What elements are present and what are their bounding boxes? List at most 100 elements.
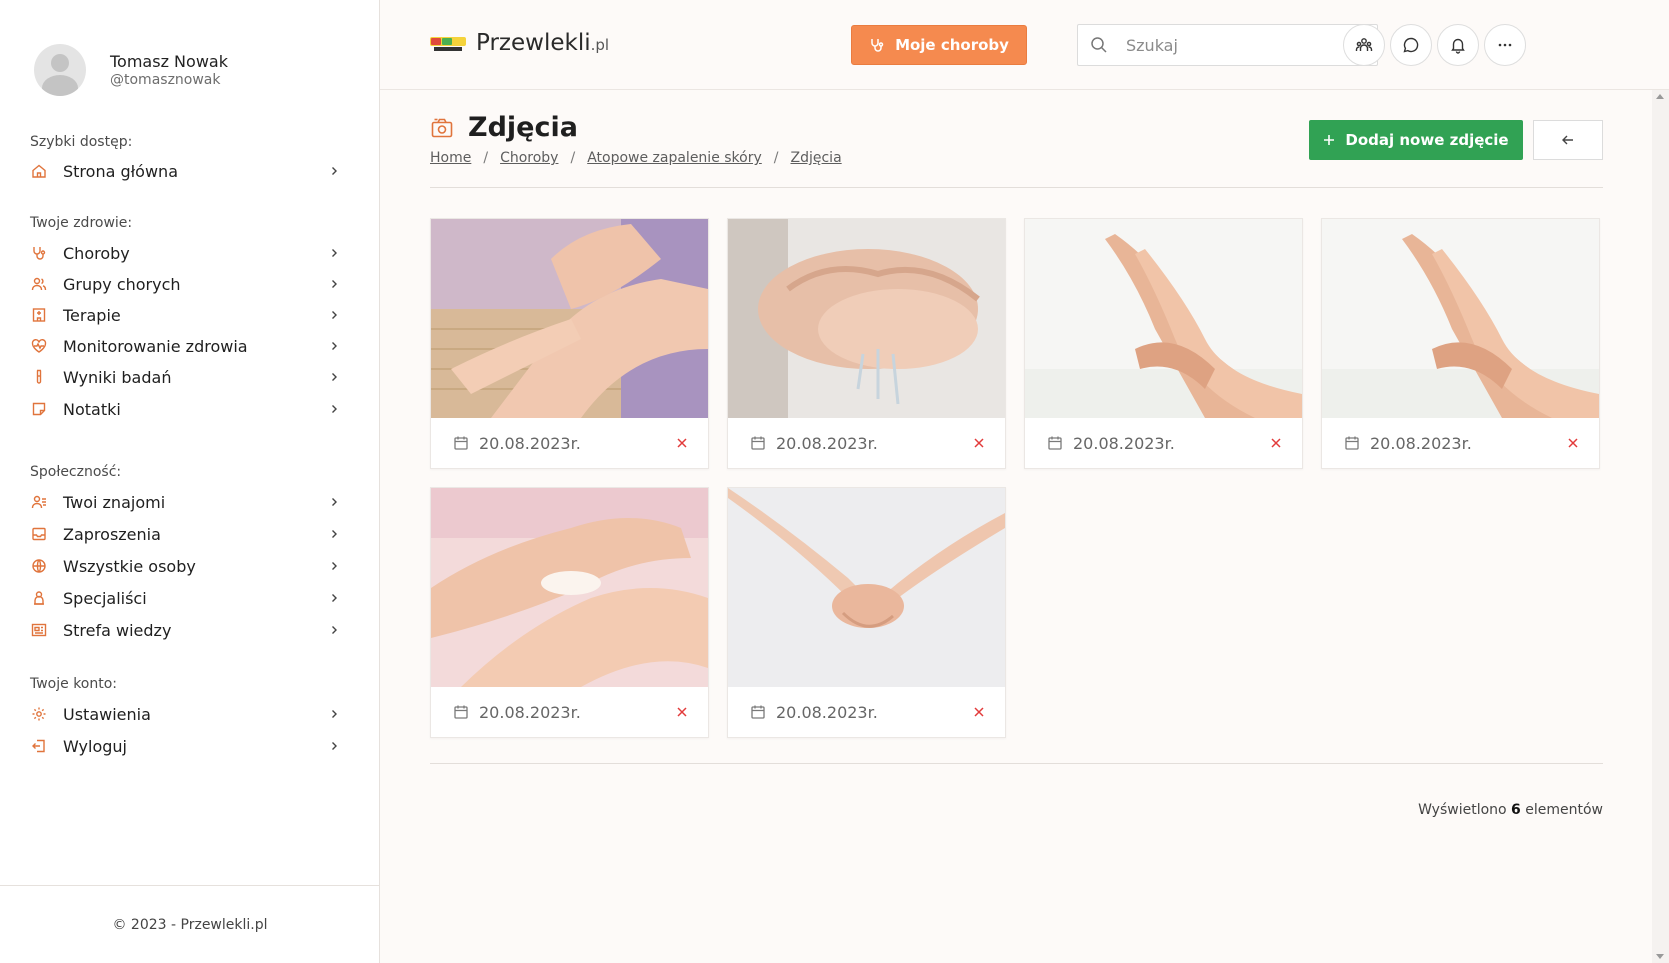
divider bbox=[430, 187, 1603, 188]
sidebar-item-label: Notatki bbox=[63, 399, 121, 419]
users-icon bbox=[30, 275, 48, 293]
sidebar-item-diseases[interactable]: Choroby bbox=[30, 239, 340, 267]
camera-icon bbox=[431, 118, 453, 137]
heart-pulse-icon bbox=[30, 337, 48, 355]
breadcrumb: Home / Choroby / Atopowe zapalenie skóry… bbox=[430, 150, 842, 166]
photo-date: 20.08.2023r. bbox=[1370, 433, 1472, 453]
sidebar-item-settings[interactable]: Ustawienia bbox=[30, 700, 340, 728]
breadcrumb-disease[interactable]: Atopowe zapalenie skóry bbox=[587, 150, 762, 166]
photo-thumbnail[interactable] bbox=[1322, 219, 1599, 418]
sidebar-item-label: Terapie bbox=[63, 305, 121, 325]
sidebar-item-test-results[interactable]: Wyniki badań bbox=[30, 363, 340, 391]
arrow-left-icon bbox=[1562, 135, 1573, 145]
sidebar-item-invitations[interactable]: Zaproszenia bbox=[30, 520, 340, 548]
calendar-icon bbox=[1048, 436, 1062, 450]
photo-thumbnail[interactable] bbox=[431, 488, 708, 687]
sidebar-item-therapies[interactable]: Terapie bbox=[30, 301, 340, 329]
delete-icon[interactable] bbox=[1270, 437, 1282, 449]
logout-icon bbox=[30, 737, 48, 755]
sidebar-item-label: Twoi znajomi bbox=[63, 492, 166, 512]
delete-icon[interactable] bbox=[973, 706, 985, 718]
delete-icon[interactable] bbox=[973, 437, 985, 449]
breadcrumb-photos[interactable]: Zdjęcia bbox=[791, 150, 842, 166]
logo-mark-icon bbox=[430, 37, 466, 51]
sidebar-item-label: Specjaliści bbox=[63, 588, 147, 608]
breadcrumb-home[interactable]: Home bbox=[430, 150, 471, 166]
more-icon bbox=[1498, 43, 1512, 47]
calendar-icon bbox=[751, 436, 765, 450]
photo-card[interactable]: 20.08.2023r. bbox=[1024, 218, 1303, 469]
plus-icon bbox=[1324, 135, 1335, 145]
sidebar-item-health-monitoring[interactable]: Monitorowanie zdrowia bbox=[30, 332, 340, 360]
sidebar-item-home[interactable]: Strona główna bbox=[30, 157, 340, 185]
messages-button[interactable] bbox=[1390, 24, 1432, 66]
note-icon bbox=[30, 400, 48, 418]
stethoscope-icon bbox=[30, 244, 48, 262]
search-box[interactable] bbox=[1077, 24, 1378, 66]
chevron-right-icon bbox=[332, 498, 337, 506]
scrollbar[interactable] bbox=[1652, 90, 1669, 963]
chevron-right-icon bbox=[332, 594, 337, 602]
scroll-up-arrow-icon[interactable] bbox=[1656, 94, 1664, 99]
sidebar-item-label: Zaproszenia bbox=[63, 524, 161, 544]
newspaper-icon bbox=[30, 621, 48, 639]
delete-icon[interactable] bbox=[676, 706, 688, 718]
groups-button[interactable] bbox=[1343, 24, 1385, 66]
photo-card[interactable]: 20.08.2023r. bbox=[430, 487, 709, 738]
sidebar-item-label: Choroby bbox=[63, 243, 130, 263]
sidebar-item-friends[interactable]: Twoi znajomi bbox=[30, 488, 340, 516]
sidebar-item-label: Strona główna bbox=[63, 161, 178, 181]
section-label-your-health: Twoje zdrowie: bbox=[30, 215, 133, 231]
photo-card[interactable]: 20.08.2023r. bbox=[1321, 218, 1600, 469]
my-diseases-button[interactable]: Moje choroby bbox=[851, 25, 1027, 65]
logo[interactable]: Przewlekli.pl bbox=[430, 30, 609, 56]
delete-icon[interactable] bbox=[676, 437, 688, 449]
sidebar: Tomasz Nowak @tomasznowak Szybki dostęp:… bbox=[0, 0, 380, 963]
photo-card[interactable]: 20.08.2023r. bbox=[430, 218, 709, 469]
scroll-down-arrow-icon[interactable] bbox=[1656, 954, 1664, 959]
search-icon bbox=[1091, 37, 1107, 53]
delete-icon[interactable] bbox=[1567, 437, 1579, 449]
bell-icon bbox=[1451, 38, 1465, 54]
photo-date: 20.08.2023r. bbox=[479, 433, 581, 453]
photo-date: 20.08.2023r. bbox=[776, 433, 878, 453]
sidebar-item-patient-groups[interactable]: Grupy chorych bbox=[30, 270, 340, 298]
sidebar-item-label: Wszystkie osoby bbox=[63, 556, 196, 576]
breadcrumb-separator: / bbox=[773, 150, 779, 166]
home-icon bbox=[30, 162, 48, 180]
section-label-your-account: Twoje konto: bbox=[30, 676, 118, 692]
back-button[interactable] bbox=[1533, 120, 1603, 160]
photo-card[interactable]: 20.08.2023r. bbox=[727, 487, 1006, 738]
section-label-community: Społeczność: bbox=[30, 464, 122, 480]
photo-thumbnail[interactable] bbox=[728, 488, 1005, 687]
globe-icon bbox=[30, 557, 48, 575]
photo-thumbnail[interactable] bbox=[431, 219, 708, 418]
user-profile[interactable]: Tomasz Nowak @tomasznowak bbox=[34, 44, 228, 96]
sidebar-item-all-people[interactable]: Wszystkie osoby bbox=[30, 552, 340, 580]
stethoscope-icon bbox=[871, 39, 884, 52]
user-name: Tomasz Nowak bbox=[110, 52, 228, 71]
hospital-icon bbox=[30, 306, 48, 324]
photo-date: 20.08.2023r. bbox=[1073, 433, 1175, 453]
chevron-right-icon bbox=[332, 742, 337, 750]
photo-card[interactable]: 20.08.2023r. bbox=[727, 218, 1006, 469]
sidebar-item-knowledge-zone[interactable]: Strefa wiedzy bbox=[30, 616, 340, 644]
sidebar-item-label: Wyniki badań bbox=[63, 367, 172, 387]
photo-thumbnail[interactable] bbox=[1025, 219, 1302, 418]
group-icon bbox=[1355, 38, 1373, 51]
my-diseases-button-label: Moje choroby bbox=[895, 36, 1009, 54]
add-photo-button-label: Dodaj nowe zdjęcie bbox=[1345, 131, 1509, 149]
breadcrumb-separator: / bbox=[483, 150, 489, 166]
photo-thumbnail[interactable] bbox=[728, 219, 1005, 418]
sidebar-item-logout[interactable]: Wyloguj bbox=[30, 732, 340, 760]
add-photo-button[interactable]: Dodaj nowe zdjęcie bbox=[1309, 120, 1523, 160]
search-input[interactable] bbox=[1126, 35, 1346, 55]
doctor-icon bbox=[30, 589, 48, 607]
sidebar-item-notes[interactable]: Notatki bbox=[30, 395, 340, 423]
breadcrumb-diseases[interactable]: Choroby bbox=[500, 150, 558, 166]
sidebar-item-specialists[interactable]: Specjaliści bbox=[30, 584, 340, 612]
gear-icon bbox=[30, 705, 48, 723]
notifications-button[interactable] bbox=[1437, 24, 1479, 66]
photo-date: 20.08.2023r. bbox=[776, 702, 878, 722]
more-options-button[interactable] bbox=[1484, 24, 1526, 66]
